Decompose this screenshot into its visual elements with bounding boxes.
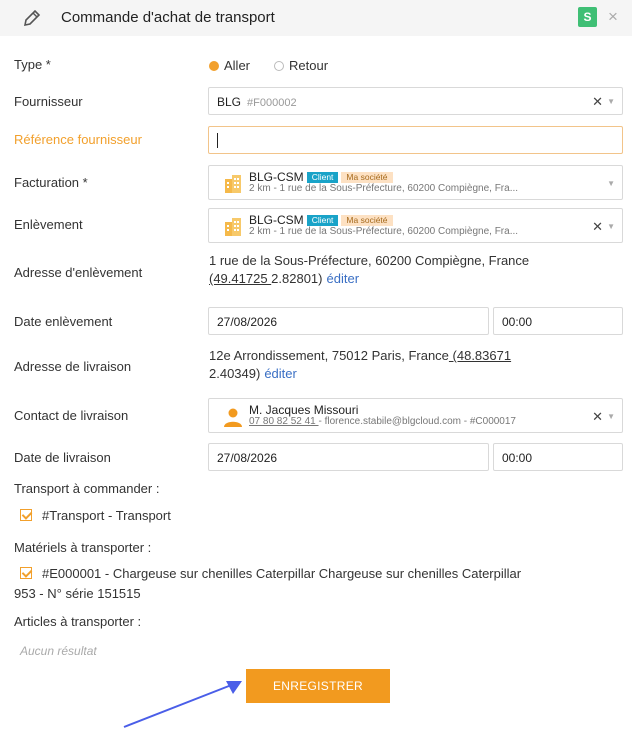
fournisseur-select[interactable]: BLG #F000002 ✕ ▼	[208, 87, 623, 115]
reference-label: Référence fournisseur	[14, 132, 142, 147]
time-livraison-input[interactable]: 00:00	[493, 443, 623, 471]
date-livraison-label: Date de livraison	[14, 450, 111, 465]
enlevement-label: Enlèvement	[14, 217, 83, 232]
societe-tag: Ma société	[341, 215, 393, 226]
clear-icon[interactable]: ✕	[592, 94, 603, 110]
radio-aller-label: Aller	[224, 58, 251, 73]
radio-retour-label: Retour	[289, 58, 329, 73]
materiel-checkbox[interactable]: #E000001 - Chargeuse sur chenilles Cater…	[20, 564, 620, 584]
chevron-down-icon[interactable]: ▼	[607, 412, 615, 421]
latitude: (48.83671	[448, 348, 512, 363]
facturation-address: 2 km - 1 rue de la Sous-Préfecture, 6020…	[249, 183, 519, 194]
clear-icon[interactable]: ✕	[592, 409, 603, 425]
fournisseur-code: #F000002	[247, 97, 297, 109]
s-badge[interactable]: S	[578, 7, 597, 27]
adresse-enlevement-value: 1 rue de la Sous-Préfecture, 60200 Compi…	[209, 252, 529, 288]
transport-item-label: #Transport - Transport	[42, 508, 171, 523]
client-tag: Client	[306, 172, 339, 183]
radio-aller[interactable]: Aller	[209, 58, 250, 73]
time-livraison-value: 00:00	[502, 451, 533, 465]
latitude: (49.41725	[209, 271, 272, 286]
building-icon	[225, 218, 241, 236]
save-button[interactable]: ENREGISTRER	[246, 669, 390, 703]
date-enlevement-value: 27/08/2026	[217, 315, 278, 329]
articles-heading: Articles à transporter :	[14, 614, 142, 629]
enlevement-select[interactable]: BLG-CSM Client Ma société 2 km - 1 rue de …	[208, 208, 623, 243]
articles-empty: Aucun résultat	[20, 644, 97, 658]
chevron-down-icon[interactable]: ▼	[607, 222, 615, 231]
date-enlevement-input[interactable]: 27/08/2026	[208, 307, 489, 335]
edit-link[interactable]: éditer	[327, 271, 360, 286]
clear-icon[interactable]: ✕	[592, 219, 603, 235]
adresse-livraison-text: 12e Arrondissement, 75012 Paris, France	[209, 348, 449, 363]
contact-phone[interactable]: 07 80 82 52 41	[249, 416, 319, 427]
dialog-header: Commande d'achat de transport S ×	[0, 0, 632, 36]
pencil-icon	[23, 9, 41, 27]
materiel-item-line1: #E000001 - Chargeuse sur chenilles Cater…	[42, 566, 522, 581]
person-icon	[224, 408, 242, 427]
contact-name: M. Jacques Missouri	[249, 403, 359, 417]
date-livraison-input[interactable]: 27/08/2026	[208, 443, 489, 471]
longitude: 2.82801)	[271, 271, 323, 286]
time-enlevement-input[interactable]: 00:00	[493, 307, 623, 335]
date-livraison-value: 27/08/2026	[217, 451, 278, 465]
type-label: Type *	[14, 57, 51, 72]
checkbox-checked-icon	[20, 509, 32, 521]
enlevement-name: BLG-CSM	[249, 213, 304, 227]
enlevement-address: 2 km - 1 rue de la Sous-Préfecture, 6020…	[249, 226, 519, 237]
facturation-select[interactable]: BLG-CSM Client Ma société 2 km - 1 rue de …	[208, 165, 623, 200]
longitude: 2.40349)	[209, 366, 261, 381]
building-icon	[225, 175, 241, 193]
close-icon[interactable]: ×	[608, 8, 618, 26]
annotation-arrow-icon	[123, 681, 242, 728]
chevron-down-icon[interactable]: ▼	[607, 97, 615, 106]
facturation-name: BLG-CSM	[249, 170, 304, 184]
contact-details: - florence.stabile@blgcloud.com - #C0000…	[318, 416, 516, 427]
fournisseur-label: Fournisseur	[14, 94, 83, 109]
materiels-heading: Matériels à transporter :	[14, 540, 152, 555]
transport-heading: Transport à commander :	[14, 481, 160, 496]
text-cursor	[217, 133, 218, 148]
checkbox-checked-icon	[20, 567, 32, 579]
radio-selected-icon	[209, 61, 219, 71]
adresse-enlevement-label: Adresse d'enlèvement	[14, 265, 143, 280]
materiel-item-line2: 953 - N° série 151515	[14, 586, 141, 601]
client-tag: Client	[306, 215, 339, 226]
date-enlevement-label: Date enlèvement	[14, 314, 113, 329]
facturation-label: Facturation *	[14, 175, 88, 190]
adresse-enlevement-text: 1 rue de la Sous-Préfecture, 60200 Compi…	[209, 253, 530, 268]
adresse-livraison-label: Adresse de livraison	[14, 359, 132, 374]
chevron-down-icon[interactable]: ▼	[607, 179, 615, 188]
societe-tag: Ma société	[341, 172, 393, 183]
reference-input[interactable]	[208, 126, 623, 154]
radio-unselected-icon	[274, 61, 284, 71]
radio-retour[interactable]: Retour	[274, 58, 328, 73]
edit-link[interactable]: éditer	[264, 366, 297, 381]
adresse-livraison-value: 12e Arrondissement, 75012 Paris, France …	[209, 347, 569, 383]
contact-livraison-label: Contact de livraison	[14, 408, 129, 423]
dialog-title: Commande d'achat de transport	[61, 9, 275, 26]
transport-checkbox[interactable]: #Transport - Transport	[20, 506, 171, 526]
contact-livraison-select[interactable]: M. Jacques Missouri 07 80 82 52 41 - flo…	[208, 398, 623, 433]
fournisseur-value: BLG	[217, 95, 242, 109]
time-enlevement-value: 00:00	[502, 315, 533, 329]
